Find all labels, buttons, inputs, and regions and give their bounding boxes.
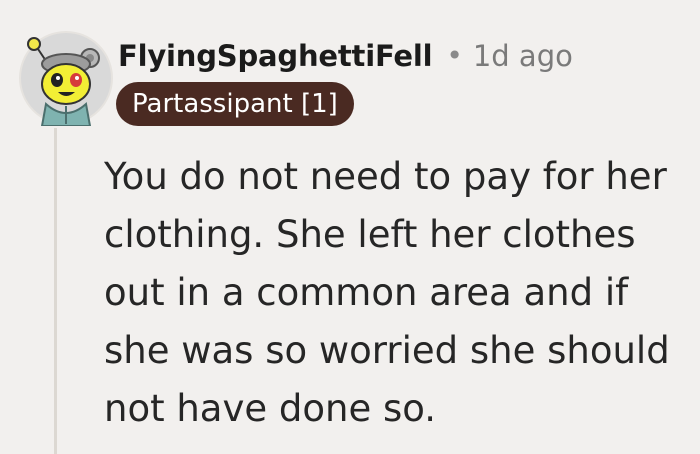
user-avatar[interactable]: [18, 30, 114, 127]
comment-body: You do not need to pay for her clothing.…: [104, 155, 670, 430]
comment-timestamp[interactable]: 1d ago: [473, 39, 573, 73]
snoo-avatar-icon: [19, 31, 113, 127]
comment-header: FlyingSpaghettiFell • 1d ago: [118, 36, 573, 76]
user-flair-badge: Partassipant [1]: [116, 82, 354, 126]
thread-line[interactable]: [54, 128, 57, 454]
meta-separator: •: [446, 39, 463, 72]
comment: FlyingSpaghettiFell • 1d ago Partassipan…: [0, 0, 700, 454]
author-username[interactable]: FlyingSpaghettiFell: [118, 39, 433, 73]
